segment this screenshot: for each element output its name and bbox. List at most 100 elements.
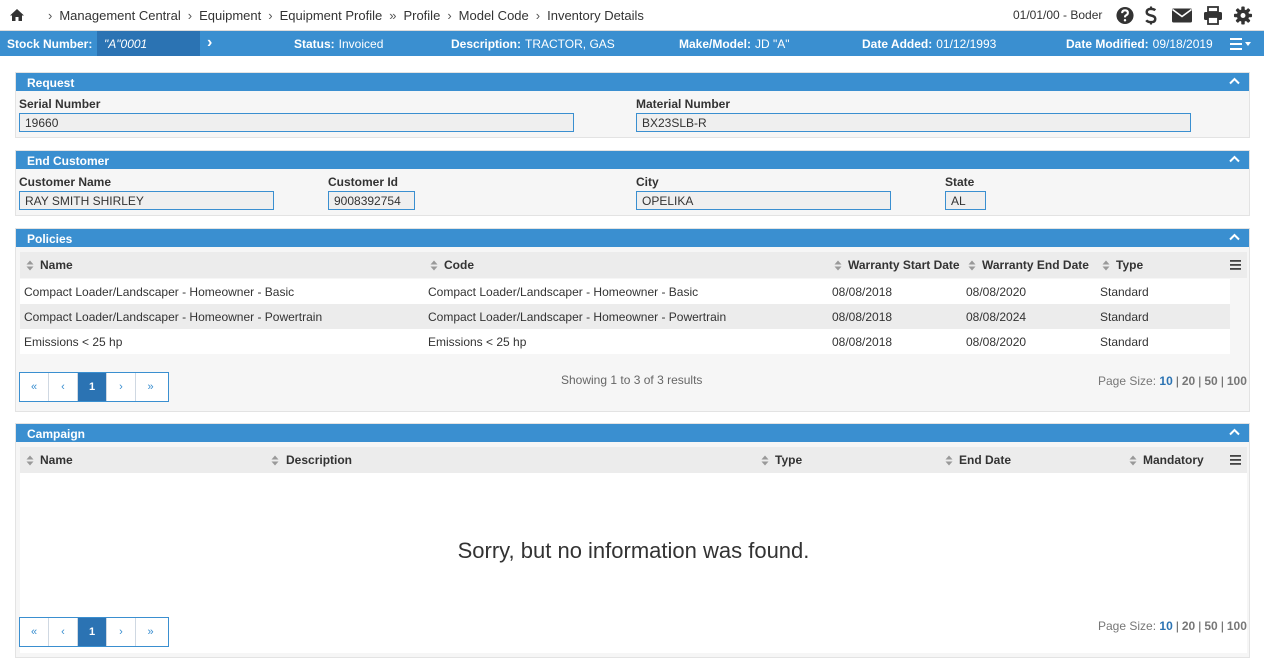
sort-icon[interactable]: [945, 455, 953, 466]
sort-icon[interactable]: [430, 260, 438, 271]
column-header-mandatory[interactable]: Mandatory: [1143, 453, 1204, 467]
gear-icon[interactable]: [1233, 6, 1253, 25]
breadcrumb: › Management Central › Equipment › Equip…: [41, 0, 644, 31]
cell-warranty-end: 08/08/2020: [966, 335, 1027, 349]
column-menu-icon[interactable]: [1230, 260, 1241, 270]
sort-icon[interactable]: [761, 455, 769, 466]
end-customer-panel-title: End Customer: [27, 154, 110, 168]
table-row[interactable]: Compact Loader/Landscaper - Homeowner - …: [20, 279, 1230, 304]
page-size-20[interactable]: 20: [1182, 619, 1195, 633]
cell-name: Emissions < 25 hp: [24, 335, 123, 349]
sort-icon[interactable]: [1129, 455, 1137, 466]
prev-page-button[interactable]: ‹: [49, 618, 78, 646]
page-size-50[interactable]: 50: [1204, 619, 1217, 633]
customer-id-field[interactable]: 9008392754: [328, 191, 415, 210]
home-icon[interactable]: [9, 8, 25, 22]
policies-pagination: « ‹ 1 › »: [19, 372, 169, 402]
page-size-100[interactable]: 100: [1227, 619, 1247, 633]
material-number-label: Material Number: [636, 97, 731, 111]
table-row[interactable]: Compact Loader/Landscaper - Homeowner - …: [20, 304, 1230, 329]
customer-name-label: Customer Name: [19, 175, 112, 189]
cell-type: Standard: [1100, 310, 1149, 324]
column-header-name[interactable]: Name: [40, 453, 73, 467]
date-added-label: Date Added:: [862, 37, 933, 51]
cell-code: Compact Loader/Landscaper - Homeowner - …: [428, 285, 699, 299]
page-1-button[interactable]: 1: [78, 618, 107, 646]
cell-warranty-start: 08/08/2018: [832, 285, 893, 299]
sort-icon[interactable]: [1102, 260, 1110, 271]
chevron-up-icon[interactable]: [1229, 233, 1240, 241]
campaign-panel-title: Campaign: [27, 427, 86, 441]
page-1-button[interactable]: 1: [78, 373, 107, 401]
first-page-button[interactable]: «: [20, 618, 49, 646]
make-model-value: JD "A": [755, 37, 790, 51]
status-label: Status:: [294, 37, 335, 51]
stock-next-arrow-icon[interactable]: ›: [207, 34, 212, 52]
page-size-10[interactable]: 10: [1159, 619, 1172, 633]
material-number-field[interactable]: BX23SLB-R: [636, 113, 1191, 132]
campaign-panel: Campaign Name Description Type End Date …: [15, 423, 1250, 658]
column-header-name[interactable]: Name: [40, 258, 73, 272]
breadcrumb-separator: ›: [535, 8, 541, 23]
page-size-selector: Page Size: 10 | 20 | 50 | 100: [1098, 374, 1247, 388]
dollar-icon[interactable]: [1143, 6, 1159, 25]
end-customer-panel: End Customer Customer Name RAY SMITH SHI…: [15, 150, 1250, 216]
page-size-20[interactable]: 20: [1182, 374, 1195, 388]
sort-icon[interactable]: [26, 260, 34, 271]
serial-number-field[interactable]: 19660: [19, 113, 574, 132]
chevron-up-icon[interactable]: [1229, 155, 1240, 163]
campaign-panel-header[interactable]: Campaign: [16, 424, 1249, 442]
cell-warranty-end: 08/08/2024: [966, 310, 1027, 324]
prev-page-button[interactable]: ‹: [49, 373, 78, 401]
user-info[interactable]: 01/01/00 - Boder: [1013, 8, 1102, 22]
description-label: Description:: [451, 37, 522, 51]
sort-icon[interactable]: [26, 455, 34, 466]
status-value: Invoiced: [338, 37, 384, 51]
column-header-description[interactable]: Description: [286, 453, 352, 467]
first-page-button[interactable]: «: [20, 373, 49, 401]
customer-id-label: Customer Id: [328, 175, 399, 189]
mail-icon[interactable]: [1171, 6, 1193, 25]
last-page-button[interactable]: »: [136, 618, 165, 646]
table-row[interactable]: Emissions < 25 hp Emissions < 25 hp 08/0…: [20, 329, 1230, 354]
sort-icon[interactable]: [834, 260, 842, 271]
help-icon[interactable]: [1115, 6, 1135, 25]
print-icon[interactable]: [1203, 6, 1223, 25]
column-header-warranty-start-date[interactable]: Warranty Start Date: [848, 258, 960, 272]
next-page-button[interactable]: ›: [107, 618, 136, 646]
breadcrumb-equipment-profile[interactable]: Equipment Profile: [280, 8, 383, 23]
sort-icon[interactable]: [968, 260, 976, 271]
breadcrumb-profile[interactable]: Profile: [403, 8, 440, 23]
column-header-code[interactable]: Code: [444, 258, 474, 272]
column-menu-icon[interactable]: [1230, 455, 1241, 465]
page-size-10[interactable]: 10: [1159, 374, 1172, 388]
breadcrumb-model-code[interactable]: Model Code: [459, 8, 529, 23]
page-size-100[interactable]: 100: [1227, 374, 1247, 388]
column-header-type[interactable]: Type: [1116, 258, 1143, 272]
breadcrumb-equipment[interactable]: Equipment: [199, 8, 261, 23]
customer-name-field[interactable]: RAY SMITH SHIRLEY: [19, 191, 274, 210]
state-field[interactable]: AL: [945, 191, 986, 210]
next-page-button[interactable]: ›: [107, 373, 136, 401]
city-field[interactable]: OPELIKA: [636, 191, 891, 210]
column-header-type[interactable]: Type: [775, 453, 802, 467]
date-modified-label: Date Modified:: [1066, 37, 1149, 51]
description-value: TRACTOR, GAS: [525, 37, 615, 51]
date-modified-field: Date Modified: 09/18/2019: [1066, 37, 1213, 51]
last-page-button[interactable]: »: [136, 373, 165, 401]
sort-icon[interactable]: [271, 455, 279, 466]
cell-name: Compact Loader/Landscaper - Homeowner - …: [24, 310, 323, 324]
breadcrumb-management-central[interactable]: Management Central: [59, 8, 180, 23]
policies-panel-header[interactable]: Policies: [16, 229, 1249, 247]
breadcrumb-separator: »: [389, 8, 397, 23]
request-panel-header[interactable]: Request: [16, 73, 1249, 91]
column-header-warranty-end-date[interactable]: Warranty End Date: [982, 258, 1089, 272]
hamburger-menu-icon[interactable]: [1229, 37, 1253, 51]
stock-number-value[interactable]: "A"0001: [97, 31, 200, 56]
page-size-50[interactable]: 50: [1204, 374, 1217, 388]
chevron-up-icon[interactable]: [1229, 77, 1240, 85]
chevron-up-icon[interactable]: [1229, 428, 1240, 436]
end-customer-panel-header[interactable]: End Customer: [16, 151, 1249, 169]
campaign-pagination: « ‹ 1 › »: [19, 617, 169, 647]
column-header-end-date[interactable]: End Date: [959, 453, 1011, 467]
